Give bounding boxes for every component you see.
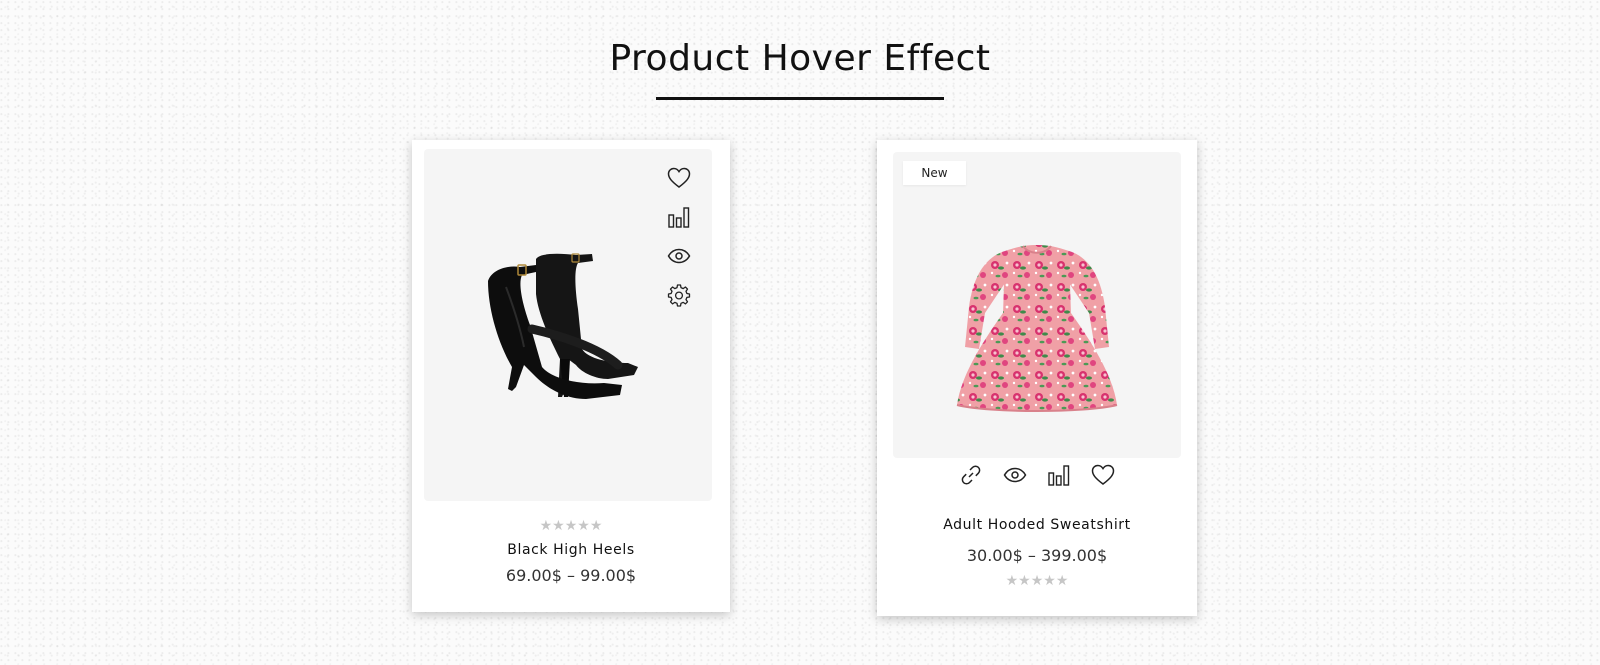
eye-icon[interactable] — [1000, 460, 1030, 490]
product-price: 69.00$ – 99.00$ — [505, 566, 637, 585]
compare-icon[interactable] — [664, 202, 694, 232]
product-image-box[interactable] — [424, 149, 712, 501]
product-actions — [877, 460, 1197, 490]
heart-icon[interactable] — [1088, 460, 1118, 490]
page-title: Product Hover Effect — [609, 38, 991, 79]
gear-icon[interactable] — [664, 280, 694, 310]
compare-icon[interactable] — [1044, 460, 1074, 490]
product-name[interactable]: Adult Hooded Sweatshirt — [877, 517, 1197, 533]
product-image-box[interactable]: New — [893, 152, 1181, 458]
product-card[interactable]: New Adult Hooded Sweatshirt 30.00$ – 399… — [877, 140, 1197, 616]
product-card[interactable]: ★★★★★ Black High Heels 69.00$ – 99.00$ — [412, 140, 730, 612]
new-badge: New — [903, 161, 966, 185]
rating-stars: ★★★★★ — [539, 518, 603, 534]
product-actions — [664, 163, 694, 319]
eye-icon[interactable] — [664, 241, 694, 271]
heart-icon[interactable] — [664, 163, 694, 193]
product-name[interactable]: Black High Heels — [412, 542, 730, 558]
title-underline — [656, 97, 944, 100]
floral-dress-image[interactable] — [945, 237, 1129, 417]
product-price: 30.00$ – 399.00$ — [966, 546, 1108, 565]
rating-stars: ★★★★★ — [1005, 573, 1069, 589]
black-high-heels-image[interactable] — [478, 239, 658, 419]
link-icon[interactable] — [956, 460, 986, 490]
